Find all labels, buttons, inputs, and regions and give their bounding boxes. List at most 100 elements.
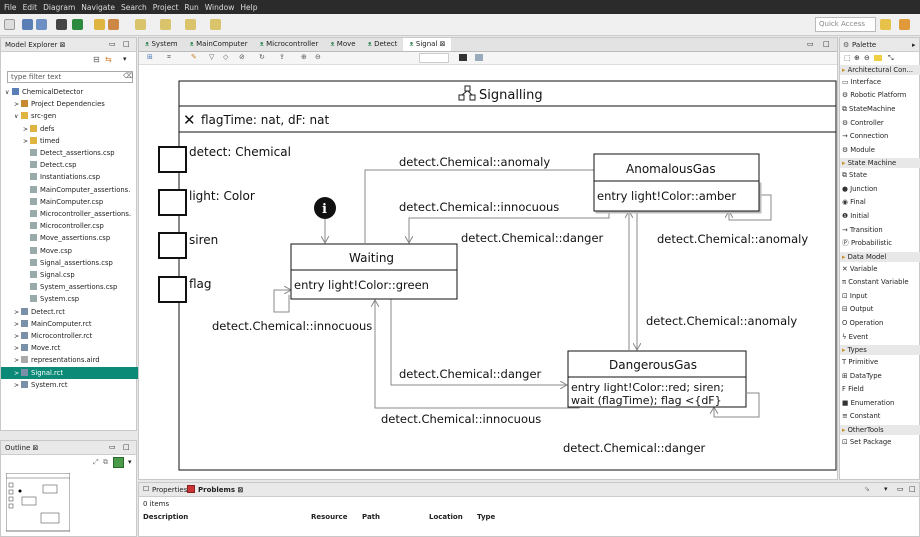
new-icon[interactable] xyxy=(4,19,15,30)
model-explorer-tab[interactable]: Model Explorer ⊠ ▭ □ xyxy=(1,38,136,52)
palette-tool[interactable]: ⧉ State xyxy=(842,170,920,180)
palette-tool[interactable]: ⊞ DataType xyxy=(842,371,920,381)
line-color-icon[interactable] xyxy=(475,54,483,61)
expand-icon[interactable]: > xyxy=(14,331,21,342)
zoom-icon[interactable]: ⤢ xyxy=(93,458,99,467)
menu-project[interactable]: Project xyxy=(153,3,179,12)
expand-icon[interactable]: > xyxy=(14,355,21,366)
tree-item[interactable]: Detect_assertions.csp xyxy=(1,147,138,159)
palette-tool[interactable]: ⊟ Output xyxy=(842,304,920,314)
port-box-siren[interactable] xyxy=(158,232,187,259)
palette-tool[interactable]: ϟ Event xyxy=(842,332,920,342)
link-tool-icon[interactable]: ⤡ xyxy=(888,54,894,63)
palette-group[interactable]: ▸ State Machine xyxy=(840,158,920,169)
menu-navigate[interactable]: Navigate xyxy=(81,3,115,12)
layout-icon[interactable]: ⧉ xyxy=(103,458,108,467)
diagram-canvas[interactable]: Signalling ✕ flagTime: nat, dF: nat dete… xyxy=(139,65,837,479)
tree-item[interactable]: > Move.rct xyxy=(1,342,138,354)
filter-icon[interactable]: ▽ xyxy=(209,53,214,61)
nav-forward-icon[interactable] xyxy=(160,19,171,30)
zoom-out-tool-icon[interactable]: ⊖ xyxy=(864,54,870,62)
palette-tool[interactable]: ❶ Initial xyxy=(842,211,920,221)
tree-item[interactable]: > defs xyxy=(1,123,138,135)
tree-item[interactable]: Move_assertions.csp xyxy=(1,232,138,244)
tree-item[interactable]: Microcontroller.csp xyxy=(1,220,138,232)
maximize-icon[interactable]: □ xyxy=(909,485,916,493)
column-header[interactable]: Path xyxy=(362,513,380,521)
palette-tool[interactable]: → Connection xyxy=(842,131,920,141)
maximize-icon[interactable]: □ xyxy=(123,40,130,48)
save-all-icon[interactable] xyxy=(36,19,47,30)
editor-tab[interactable]: ᴥ MainComputer xyxy=(184,38,254,51)
palette-tool[interactable]: Ⓟ Probabilistic xyxy=(842,238,920,248)
tree-item[interactable]: Move.csp xyxy=(1,245,138,257)
outline-thumbnail[interactable] xyxy=(6,473,70,533)
menu-edit[interactable]: Edit xyxy=(23,3,38,12)
palette-tool[interactable]: ✕ Variable xyxy=(842,264,920,274)
column-header[interactable]: Description xyxy=(143,513,188,521)
zoom-in-icon[interactable]: ⊕ xyxy=(301,53,307,61)
tree-item[interactable]: ∨ ChemicalDetector xyxy=(1,86,138,98)
port-box-flag[interactable] xyxy=(158,276,187,303)
nav-back-icon[interactable] xyxy=(135,19,146,30)
palette-tool[interactable]: → Transition xyxy=(842,225,920,235)
palette-tool[interactable]: ⚙ Robotic Platform xyxy=(842,90,920,100)
properties-tab[interactable]: Properties xyxy=(152,486,187,494)
link-editor-icon[interactable]: ⇆ xyxy=(105,55,112,64)
expand-icon[interactable]: > xyxy=(23,136,30,147)
palette-group[interactable]: ▸ Data Model xyxy=(840,251,920,262)
zoom-out-icon[interactable]: ⊖ xyxy=(315,53,321,61)
expand-icon[interactable]: > xyxy=(14,307,21,318)
palette-tool[interactable]: ⧉ StateMachine xyxy=(842,104,920,114)
view-menu-icon[interactable]: ▾ xyxy=(884,485,888,493)
menu-window[interactable]: Window xyxy=(205,3,235,12)
editor-tab[interactable]: ᴥ Signal ⊠ xyxy=(403,38,452,51)
note-tool-icon[interactable] xyxy=(874,55,882,61)
problems-tab[interactable]: Problems ⊠ xyxy=(198,486,243,494)
palette-tool[interactable]: ⚙ Controller xyxy=(842,118,920,128)
expand-icon[interactable]: ∨ xyxy=(5,87,12,98)
tree-item[interactable]: > Detect.rct xyxy=(1,306,138,318)
tree-item[interactable]: > representations.aird xyxy=(1,354,138,366)
view-menu-icon[interactable]: ▾ xyxy=(128,458,132,466)
minimize-icon[interactable]: ▭ xyxy=(109,40,116,48)
palette-tool[interactable]: ⚙ Module xyxy=(842,145,920,155)
port-box-light[interactable] xyxy=(158,189,187,216)
column-header[interactable]: Type xyxy=(477,513,495,521)
palette-group[interactable]: ▸ Architectural Con... xyxy=(840,65,920,75)
save-icon[interactable] xyxy=(22,19,33,30)
expand-icon[interactable]: ∨ xyxy=(14,111,21,122)
column-header[interactable]: Location xyxy=(429,513,463,521)
column-header[interactable]: Resource xyxy=(311,513,347,521)
tree-item[interactable]: > System.rct xyxy=(1,379,138,391)
minimize-icon[interactable]: ▭ xyxy=(109,443,116,451)
palette-tool[interactable]: F Field xyxy=(842,384,920,394)
fill-color-icon[interactable] xyxy=(459,54,467,61)
open-perspective-icon[interactable] xyxy=(899,19,910,30)
export-icon[interactable]: ⇪ xyxy=(279,53,285,61)
expand-icon[interactable]: > xyxy=(14,343,21,354)
menu-run[interactable]: Run xyxy=(184,3,198,12)
edit-icon[interactable] xyxy=(108,19,119,30)
palette-tool[interactable]: ◉ Final xyxy=(842,197,920,207)
expand-icon[interactable]: > xyxy=(14,368,21,379)
folder-icon[interactable] xyxy=(94,19,105,30)
editor-tab[interactable]: ᴥ Detect xyxy=(362,38,404,51)
menu-file[interactable]: File xyxy=(4,3,17,12)
overview-icon[interactable] xyxy=(113,457,124,468)
palette-tool[interactable]: π Constant Variable xyxy=(842,277,920,287)
refresh-icon[interactable]: ↻ xyxy=(259,53,265,61)
maximize-icon[interactable]: □ xyxy=(123,443,130,451)
tree-item[interactable]: > MainComputer.rct xyxy=(1,318,138,330)
tree-item[interactable]: Detect.csp xyxy=(1,159,138,171)
build-icon[interactable] xyxy=(56,19,67,30)
editor-tab[interactable]: ᴥ Microcontroller xyxy=(254,38,325,51)
tree-item[interactable]: > Microcontroller.rct xyxy=(1,330,138,342)
expand-icon[interactable]: > xyxy=(14,99,21,110)
expand-icon[interactable]: > xyxy=(14,380,21,391)
font-select[interactable] xyxy=(419,53,449,63)
port-box-detect[interactable] xyxy=(158,146,187,173)
pin-icon[interactable]: ✎ xyxy=(191,53,197,61)
select-tool-icon[interactable]: ⬚ xyxy=(844,54,851,62)
tree-item[interactable]: > Signal.rct xyxy=(1,366,138,379)
